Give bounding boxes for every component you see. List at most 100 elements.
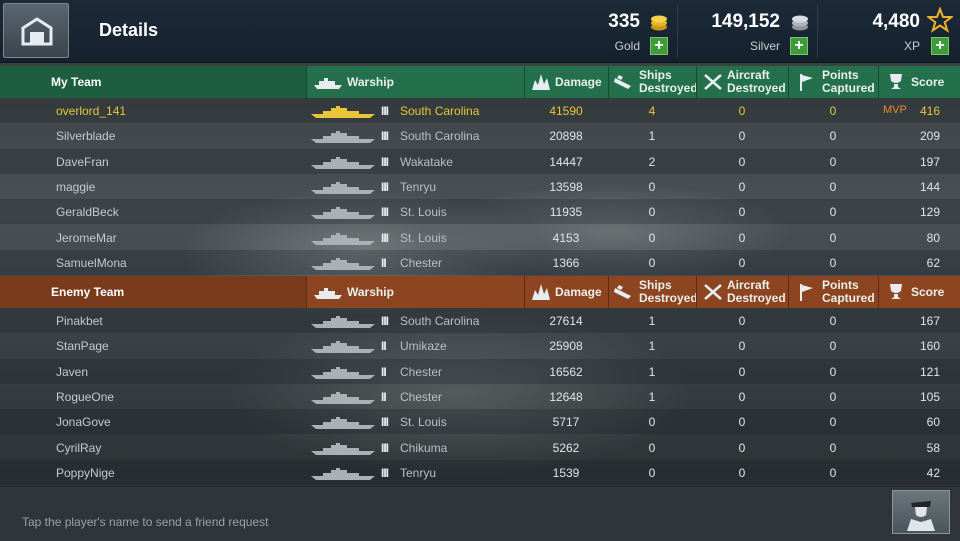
player-row: GeraldBeck III St. Louis 11935 0 0 0 129 [0,199,960,225]
ships-destroyed-value: 0 [648,255,656,270]
ship-name: Tenryu [400,179,437,194]
ship-name: Wakatake [400,154,453,169]
points-captured-value: 0 [829,415,837,430]
friend-request-hint: Tap the player's name to send a friend r… [22,515,269,529]
aircraft-destroyed-value: 0 [738,339,746,354]
ships-destroyed-label-2: Destroyed [639,291,698,305]
warship-column-label: Warship [347,285,394,299]
damage-value: 1539 [552,465,580,480]
ships-destroyed-value: 0 [648,230,656,245]
points-captured-label-2: Captured [822,81,875,95]
damage-value: 14447 [549,154,583,169]
port-button[interactable] [3,3,69,58]
ships-destroyed-value: 1 [648,314,656,328]
my-team-header: My Team Warship Damage Ships Destroyed A… [0,66,960,98]
player-name[interactable]: Javen [56,365,88,379]
player-name[interactable]: Silverblade [56,129,115,143]
aircraft-destroyed-value: 0 [738,415,746,430]
aircraft-destroyed-value: 0 [738,364,746,379]
player-name[interactable]: CyrilRay [56,441,101,455]
points-captured-value: 0 [829,389,837,404]
points-captured-column-header[interactable]: Points Captured [788,66,878,98]
player-name[interactable]: PoppyNige [56,466,115,480]
score-value: 416 [919,104,940,118]
xp-value: 4,480 [872,11,920,32]
ships-destroyed-value: 0 [648,465,656,480]
damage-column-label: Damage [555,75,602,89]
points-captured-value: 0 [829,440,837,455]
warship-column-label: Warship [347,75,394,89]
silver-value: 149,152 [711,11,780,32]
player-name[interactable]: SamuelMona [56,256,127,270]
player-name[interactable]: maggie [56,180,95,194]
warship-column-header[interactable]: Warship [306,276,524,308]
buy-gold-button[interactable]: + [650,37,668,55]
player-row: Silverblade III South Carolina 20898 1 0 0 209 [0,123,960,148]
silver-currency: 149,152 Silver + [680,0,816,62]
ships-destroyed-value: 1 [648,364,656,379]
xp-currency: 4,480 XP + [820,0,956,62]
score-value: 121 [919,364,940,379]
player-name[interactable]: StanPage [56,339,109,353]
ship-tier: III [381,440,389,455]
damage-value: 41590 [549,104,583,118]
points-captured-value: 0 [829,339,837,354]
buy-xp-button[interactable]: + [931,37,949,55]
aircraft-destroyed-column-header[interactable]: Aircraft Destroyed [696,276,788,308]
damage-value: 25908 [549,339,583,354]
damage-column-header[interactable]: Damage [524,66,608,98]
player-name[interactable]: JeromeMar [56,231,117,245]
points-captured-value: 0 [829,129,837,144]
player-row: SamuelMona II Chester 1366 0 0 0 62 [0,249,960,275]
player-name[interactable]: RogueOne [56,390,114,404]
gold-currency: 335 Gold + [560,0,676,62]
score-value: 60 [926,415,940,430]
score-column-label: Score [911,285,945,299]
aircraft-destroyed-value: 0 [738,129,746,144]
score-value: 144 [919,179,940,194]
score-column-header[interactable]: Score [878,66,960,98]
aircraft-destroyed-value: 0 [738,230,746,245]
ship-tier: III [381,465,389,480]
player-name[interactable]: DaveFran [56,155,109,169]
warship-column-header[interactable]: Warship [306,66,524,98]
ships-destroyed-value: 1 [648,389,656,404]
aircraft-destroyed-column-header[interactable]: Aircraft Destroyed [696,66,788,98]
player-name[interactable]: GeraldBeck [56,205,119,219]
ship-name: Chester [400,255,443,270]
flag-icon [800,74,813,91]
plus-icon: + [654,37,664,54]
player-name[interactable]: JonaGove [56,415,111,429]
aircraft-destroyed-value: 0 [738,389,746,404]
player-name[interactable]: Pinakbet [56,314,103,328]
ship-name: South Carolina [400,104,480,118]
score-value: 58 [926,440,940,455]
sinking-ship-icon [614,75,631,89]
score-value: 160 [919,339,940,354]
damage-value: 5717 [552,415,580,430]
score-column-header[interactable]: Score [878,276,960,308]
score-value: 167 [919,314,940,328]
ship-name: Chester [400,389,443,404]
score-value: 105 [919,389,940,404]
player-name[interactable]: overlord_141 [56,104,126,118]
points-captured-column-header[interactable]: Points Captured [788,276,878,308]
ship-silhouette-icon [311,257,375,270]
ship-name: Chikuma [400,440,448,455]
player-row: DaveFran III Wakatake 14447 2 0 0 197 [0,148,960,174]
damage-column-header[interactable]: Damage [524,276,608,308]
player-row: RogueOne II Chester 12648 1 0 0 105 [0,384,960,409]
ship-silhouette-icon [311,366,375,379]
buy-silver-button[interactable]: + [790,37,808,55]
ships-destroyed-column-header[interactable]: Ships Destroyed [608,66,698,98]
enemy-team-label: Enemy Team [51,285,125,299]
ships-destroyed-column-header[interactable]: Ships Destroyed [608,276,698,308]
score-value: 80 [926,230,940,245]
silver-coins-icon [792,15,808,31]
aircraft-destroyed-value: 0 [738,314,746,328]
aircraft-destroyed-value: 0 [738,104,746,118]
captain-profile-button[interactable] [892,490,950,534]
player-row: JonaGove III St. Louis 5717 0 0 0 60 [0,409,960,435]
player-row: Javen II Chester 16562 1 0 0 121 [0,358,960,384]
captain-icon [907,501,935,531]
